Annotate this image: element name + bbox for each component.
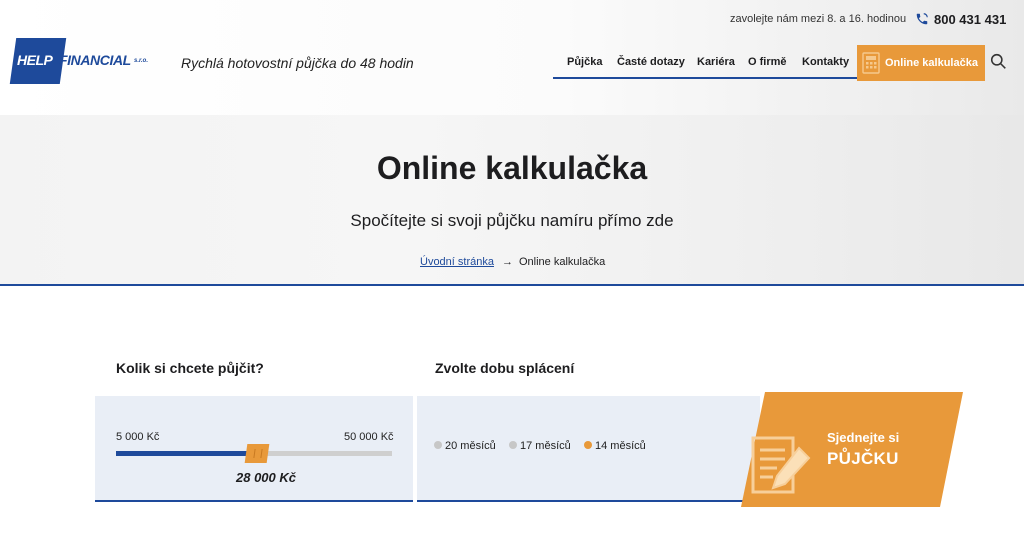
- radio-dot-icon: [434, 441, 442, 449]
- online-calculator-label: Online kalkulačka: [885, 57, 978, 69]
- logo-sro-text: s.r.o.: [134, 58, 149, 64]
- nav-item-pujcka[interactable]: Půjčka: [567, 56, 602, 68]
- radio-dot-icon: [509, 441, 517, 449]
- cta-line-1: Sjednejte si: [827, 430, 900, 445]
- breadcrumb-arrow-icon: →: [501, 256, 513, 268]
- logo-help-text: HELP: [17, 52, 53, 68]
- phone-icon: [916, 13, 928, 25]
- amount-heading: Kolik si chcete půjčit?: [116, 360, 264, 376]
- panel-divider: [413, 396, 417, 502]
- search-icon[interactable]: [990, 53, 1007, 70]
- term-option-14[interactable]: 14 měsíců: [584, 440, 646, 452]
- tagline: Rychlá hotovostní půjčka do 48 hodin: [181, 55, 414, 71]
- nav-item-o-firme[interactable]: O firmě: [748, 56, 787, 68]
- phone-number[interactable]: 800 431 431: [934, 12, 1006, 27]
- hero-banner: Online kalkulačka Spočítejte si svoji pů…: [0, 115, 1024, 286]
- amount-max-label: 50 000 Kč: [344, 431, 394, 443]
- term-option-label: 17 měsíců: [520, 440, 571, 452]
- logo-financial-text: FINANCIAL: [59, 52, 131, 68]
- amount-slider-fill: [116, 451, 257, 456]
- page-title: Online kalkulačka: [376, 150, 648, 186]
- breadcrumb: Úvodní stránka → Online kalkulačka: [420, 256, 605, 268]
- online-calculator-button[interactable]: Online kalkulačka: [857, 45, 985, 81]
- term-option-label: 20 měsíců: [445, 440, 496, 452]
- term-option-17[interactable]: 17 měsíců: [509, 440, 571, 452]
- cta-line-2: PŮJČKU: [827, 449, 899, 468]
- document-pen-icon: [751, 436, 811, 494]
- nav-item-kariera[interactable]: Kariéra: [697, 56, 735, 68]
- calculator-icon: [862, 52, 880, 74]
- breadcrumb-home-link[interactable]: Úvodní stránka: [420, 256, 494, 268]
- apply-loan-button[interactable]: Sjednejte si PŮJČKU: [741, 392, 963, 507]
- amount-min-label: 5 000 Kč: [116, 431, 160, 443]
- term-option-20[interactable]: 20 měsíců: [434, 440, 496, 452]
- call-hours-text: zavolejte nám mezi 8. a 16. hodinou: [730, 13, 907, 25]
- help-financial-logo[interactable]: HELP FINANCIAL s.r.o.: [9, 38, 155, 84]
- calculator-panel: [95, 396, 760, 502]
- nav-item-kontakty[interactable]: Kontakty: [802, 56, 849, 68]
- radio-dot-icon: [584, 441, 592, 449]
- breadcrumb-current: Online kalkulačka: [518, 256, 606, 268]
- amount-slider-handle[interactable]: [244, 444, 270, 463]
- site-header: HELP FINANCIAL s.r.o. Rychlá hotovostní …: [0, 0, 1024, 115]
- page-subtitle: Spočítejte si svoji půjčku namíru přímo …: [350, 211, 674, 230]
- amount-value: 28 000 Kč: [236, 470, 296, 485]
- term-option-label: 14 měsíců: [595, 440, 646, 452]
- nav-item-caste-dotazy[interactable]: Časté dotazy: [617, 56, 685, 68]
- term-heading: Zvolte dobu splácení: [435, 360, 575, 376]
